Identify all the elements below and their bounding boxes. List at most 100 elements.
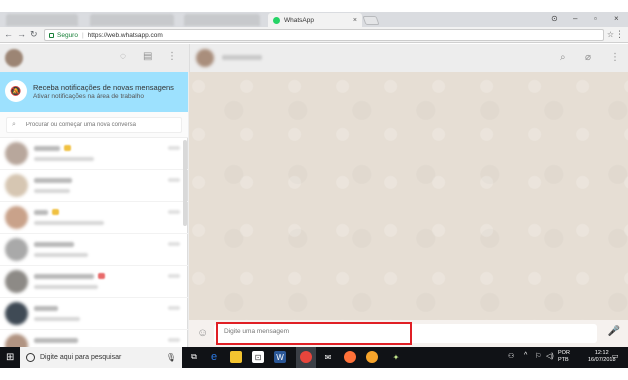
maximize-button[interactable]: ▫ [594,14,597,23]
forward-icon[interactable]: → [17,29,26,39]
chat-name-blurred [34,338,78,343]
tab-blurred[interactable] [6,14,78,26]
attach-icon[interactable]: ⌀ [585,52,591,63]
network-icon[interactable]: ⚐ [535,352,541,360]
microphone-icon[interactable]: 🎙 [166,353,176,362]
firefox-icon[interactable] [344,351,356,363]
profile-icon[interactable]: ⊙ [551,14,558,23]
reload-icon[interactable]: ↻ [30,29,38,40]
mail-icon[interactable]: ✉ [322,351,334,363]
chat-name-blurred [34,242,74,247]
chat-list-item[interactable] [0,298,188,330]
avatar [5,334,28,347]
notification-banner[interactable]: 🔕 Receba notificações de novas mensagens… [0,72,188,112]
taskbar-search-text: Digite aqui para pesquisar [40,354,122,361]
microphone-icon[interactable]: 🎤 [608,326,620,337]
avatar [5,270,28,293]
chat-list-item[interactable] [0,170,188,202]
chat-list-scrollbar[interactable] [183,140,187,226]
task-view-icon[interactable]: ⧉ [188,351,200,363]
minimize-button[interactable]: – [573,14,577,23]
new-chat-icon[interactable]: ▤ [143,51,152,62]
edge-icon[interactable]: e [208,351,220,363]
chat-preview-blurred [34,253,88,257]
chat-preview-blurred [34,157,94,161]
search-icon: ⌕ [12,121,16,128]
emoji-badge-blurred [98,273,105,279]
whatsapp-app: ◌ ▤ ⋮ 🔕 Receba notificações de novas men… [0,44,628,347]
volume-icon[interactable]: ◁) [546,352,554,360]
chat-preview-blurred [34,189,70,193]
contact-name-blurred [222,55,262,60]
language-indicator[interactable]: POR PTB [558,350,570,364]
lock-icon [49,32,54,38]
chrome-icon[interactable] [300,351,312,363]
tab-blurred[interactable] [90,14,174,26]
avatar [5,174,28,197]
language-code: POR [558,350,570,356]
message-area [189,72,628,320]
chat-time-blurred [168,338,180,342]
back-icon[interactable]: ← [4,29,13,39]
app-icon[interactable] [366,351,378,363]
notification-enable-link[interactable]: Ativar notificações na área de trabalho [33,93,144,100]
chat-list-item[interactable] [0,330,188,347]
avatar [5,302,28,325]
chat-list-item[interactable] [0,266,188,298]
file-explorer-icon[interactable] [230,351,242,363]
search-input[interactable] [25,122,176,128]
notification-bell-icon: 🔕 [5,80,27,102]
contact-avatar[interactable] [196,49,214,67]
taskbar: ⊞ Digite aqui para pesquisar 🎙 ⧉ e ⊡ W ✉… [0,347,628,368]
emoji-icon[interactable]: ☺ [197,327,208,339]
menu-icon[interactable]: ⋮ [167,51,177,62]
app-icon[interactable]: ✦ [390,351,402,363]
chat-list-item[interactable] [0,202,188,234]
search-box[interactable]: ⌕ [6,117,182,133]
search-panel: ⌕ [0,112,188,138]
bottom-margin [0,368,628,380]
avatar [5,142,28,165]
notification-title: Receba notificações de novas mensagens [33,83,174,92]
tray-chevron-icon[interactable]: ^ [524,352,527,359]
tab-whatsapp[interactable]: WhatsApp × [268,13,362,27]
conversation-header[interactable]: ⌕ ⌀ ⋮ [189,44,628,72]
chat-time-blurred [168,210,180,214]
browser-menu-icon[interactable]: ⋮ [615,29,624,40]
secure-label: Seguro [57,31,78,39]
taskbar-search[interactable]: Digite aqui para pesquisar 🎙 [20,347,182,368]
sidebar-header: ◌ ▤ ⋮ [0,44,188,72]
address-bar: ← → ↻ Seguro | https://web.whatsapp.com … [0,27,628,43]
chat-list-item[interactable] [0,234,188,266]
action-center-icon[interactable]: ▭ [612,352,619,360]
chat-time-blurred [168,146,180,150]
url-field[interactable]: Seguro | https://web.whatsapp.com [44,29,604,41]
tab-blurred[interactable] [184,14,260,26]
tab-close-icon[interactable]: × [353,17,357,24]
chat-preview-blurred [34,285,98,289]
chat-time-blurred [168,178,180,182]
new-tab-button[interactable] [362,16,380,25]
close-window-button[interactable]: × [614,14,619,23]
chat-list-item[interactable] [0,138,188,170]
bookmark-star-icon[interactable]: ☆ [607,30,614,39]
status-icon[interactable]: ◌ [120,51,126,62]
cortana-icon [26,353,35,362]
emoji-badge-blurred [64,145,71,151]
store-icon[interactable]: ⊡ [252,351,264,363]
windows-start-icon[interactable]: ⊞ [6,352,14,363]
conversation-pane: ⌕ ⌀ ⋮ ☺ 🎤 [189,44,628,347]
avatar [5,206,28,229]
chat-name-blurred [34,306,58,311]
url-text: https://web.whatsapp.com [87,31,163,39]
chat-name-blurred [34,178,72,183]
url-separator: | [81,31,84,39]
people-icon[interactable]: ⚇ [508,352,514,360]
avatar[interactable] [5,49,23,67]
menu-icon[interactable]: ⋮ [610,52,620,63]
tab-strip: WhatsApp × ⊙ – ▫ × [0,12,628,27]
sidebar: ◌ ▤ ⋮ 🔕 Receba notificações de novas men… [0,44,188,347]
word-icon[interactable]: W [274,351,286,363]
search-icon[interactable]: ⌕ [560,52,566,63]
chat-name-blurred [34,274,94,279]
